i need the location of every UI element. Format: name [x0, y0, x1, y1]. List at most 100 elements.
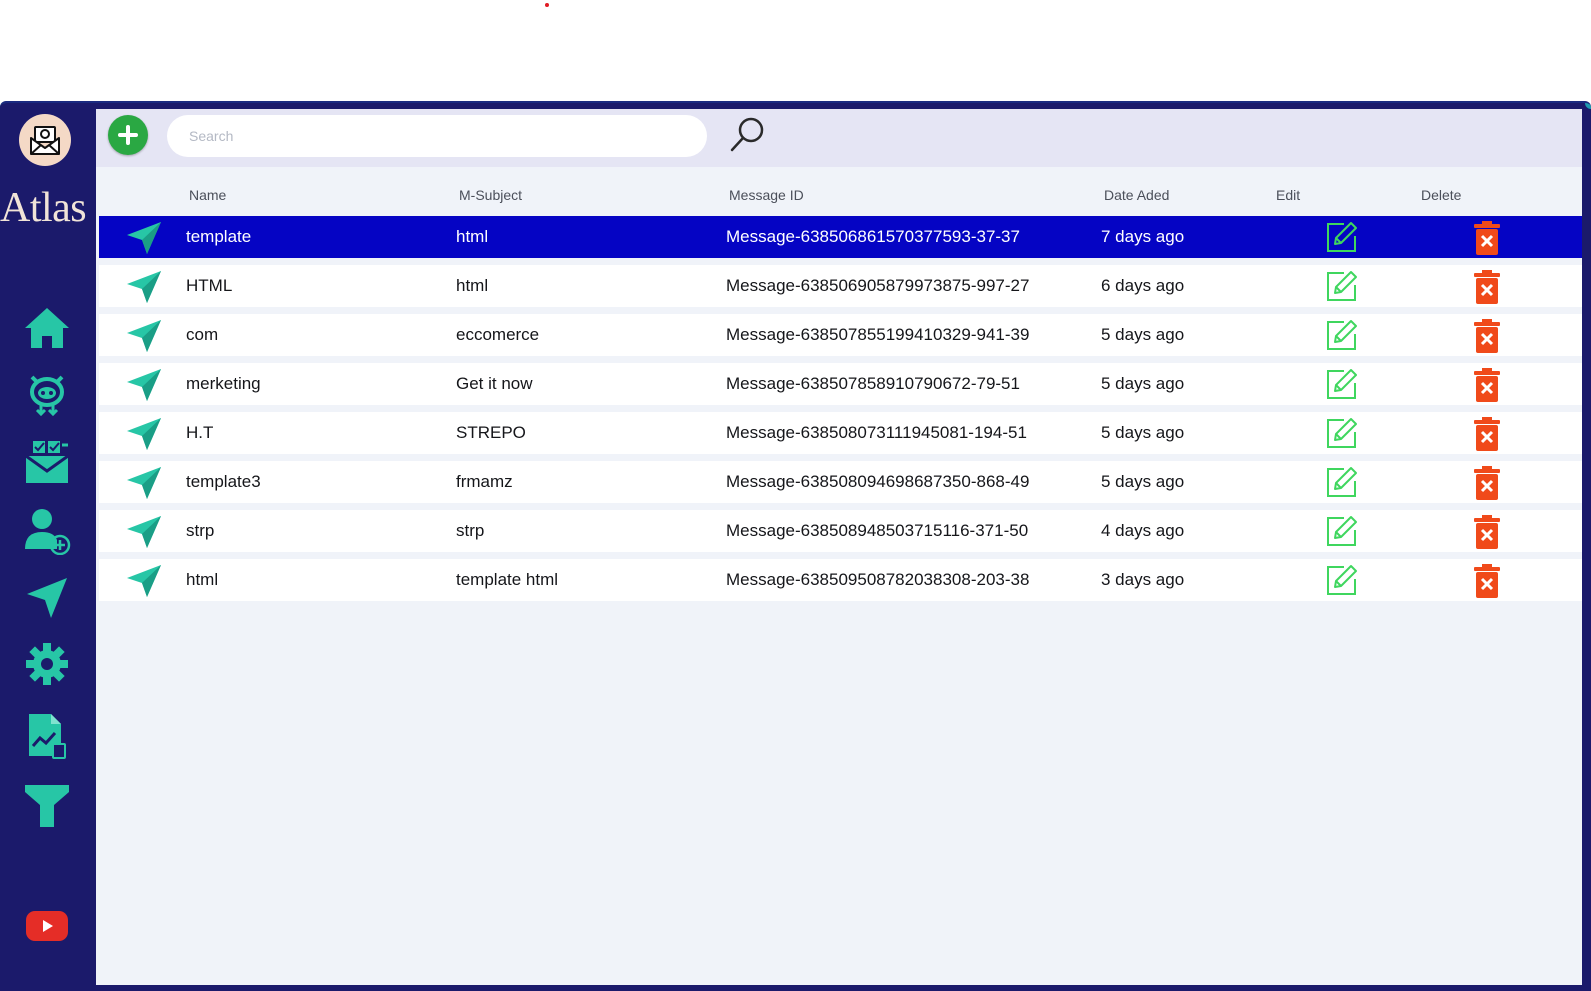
sidebar-item-settings[interactable] — [22, 639, 72, 689]
table-row[interactable]: template html Message-638506861570377593… — [99, 216, 1582, 258]
header-name[interactable]: Name — [189, 187, 226, 203]
message-table: template html Message-638506861570377593… — [99, 216, 1582, 608]
plus-icon — [118, 125, 138, 145]
filter-icon — [25, 785, 69, 827]
search-icon — [730, 117, 764, 152]
sidebar-item-bot[interactable] — [22, 369, 72, 419]
sidebar-item-reports[interactable] — [22, 711, 72, 761]
edit-icon[interactable] — [1324, 318, 1360, 352]
row-subject: frmamz — [456, 472, 513, 491]
row-message-id: Message-638508073111945081-194-51 — [726, 423, 1027, 442]
row-message-id: Message-638508094698687350-868-49 — [726, 472, 1030, 491]
row-date: 6 days ago — [1101, 276, 1185, 295]
row-subject: eccomerce — [456, 325, 540, 344]
table-row[interactable]: merketing Get it now Message-63850785891… — [99, 363, 1582, 405]
row-subject: html — [456, 227, 489, 246]
gear-icon — [26, 643, 68, 685]
header-message-id[interactable]: Message ID — [729, 187, 804, 203]
row-name: com — [186, 325, 219, 344]
app-logo — [19, 114, 71, 166]
row-subject: template html — [456, 570, 559, 589]
row-message-id: Message-638507855199410329-941-39 — [726, 325, 1030, 344]
edit-icon[interactable] — [1324, 563, 1360, 597]
send-icon — [127, 222, 161, 254]
send-icon — [127, 320, 161, 352]
header-delete: Delete — [1421, 187, 1462, 203]
row-name: template — [186, 227, 252, 246]
send-icon — [127, 418, 161, 450]
table-row[interactable]: html template html Message-6385095087820… — [99, 559, 1582, 601]
send-icon — [27, 578, 67, 618]
search-button[interactable] — [728, 115, 768, 155]
row-date: 4 days ago — [1101, 521, 1185, 540]
mail-tasks-icon — [25, 441, 69, 483]
send-icon — [127, 369, 161, 401]
header-subject[interactable]: M-Subject — [459, 187, 522, 203]
send-icon — [127, 516, 161, 548]
app-title: Atlas — [0, 185, 87, 231]
row-message-id: Message-638506861570377593-37-37 — [726, 227, 1020, 246]
header-edit: Edit — [1276, 187, 1301, 203]
add-user-icon — [25, 509, 71, 555]
delete-icon[interactable] — [1473, 269, 1501, 305]
main-panel: Name M-Subject Message ID Date Aded Edit… — [96, 109, 1582, 985]
send-icon — [127, 565, 161, 597]
delete-icon[interactable] — [1473, 563, 1501, 599]
sidebar-item-send[interactable] — [22, 573, 72, 623]
row-date: 5 days ago — [1101, 472, 1185, 491]
table-row[interactable]: HTML html Message-638506905879973875-997… — [99, 265, 1582, 307]
table-row[interactable]: strp strp Message-638508948503715116-371… — [99, 510, 1582, 552]
toolbar — [96, 109, 1582, 167]
row-message-id: Message-638509508782038308-203-38 — [726, 570, 1030, 589]
row-name: template3 — [186, 472, 261, 491]
row-subject: strp — [456, 521, 485, 540]
edit-icon[interactable] — [1324, 367, 1360, 401]
row-date: 5 days ago — [1101, 325, 1185, 344]
sidebar-item-campaigns[interactable] — [22, 437, 72, 487]
delete-icon[interactable] — [1473, 318, 1501, 354]
app-window: Atlas Search Name M-Subject Message ID D… — [0, 101, 1591, 991]
row-name: H.T — [186, 423, 214, 442]
row-message-id: Message-638506905879973875-997-27 — [726, 276, 1030, 295]
delete-icon[interactable] — [1473, 514, 1501, 550]
row-name: HTML — [186, 276, 233, 295]
send-icon — [127, 467, 161, 499]
sidebar-item-youtube[interactable] — [22, 901, 72, 951]
add-message-button[interactable] — [108, 115, 148, 155]
report-icon — [29, 714, 66, 759]
row-subject: STREPO — [456, 423, 526, 442]
row-date: 5 days ago — [1101, 423, 1185, 442]
send-icon — [127, 271, 161, 303]
robot-icon — [30, 375, 64, 417]
home-icon — [25, 308, 69, 348]
sidebar-item-home[interactable] — [22, 303, 72, 353]
edit-icon[interactable] — [1324, 465, 1360, 499]
edit-icon[interactable] — [1324, 269, 1360, 303]
row-date: 3 days ago — [1101, 570, 1185, 589]
delete-icon[interactable] — [1473, 367, 1501, 403]
delete-icon[interactable] — [1473, 220, 1501, 256]
edit-icon[interactable] — [1324, 514, 1360, 548]
indicator-dot — [545, 3, 549, 7]
header-date[interactable]: Date Aded — [1104, 187, 1169, 203]
sidebar-item-add-user[interactable] — [22, 506, 72, 556]
table-row[interactable]: H.T STREPO Message-638508073111945081-19… — [99, 412, 1582, 454]
row-subject: html — [456, 276, 489, 295]
row-name: strp — [186, 521, 215, 540]
row-name: html — [186, 570, 219, 589]
row-subject: Get it now — [456, 374, 533, 393]
youtube-icon — [26, 911, 68, 941]
row-date: 7 days ago — [1101, 227, 1185, 246]
table-row[interactable]: template3 frmamz Message-638508094698687… — [99, 461, 1582, 503]
sidebar: Atlas — [0, 103, 96, 991]
sidebar-item-filter[interactable] — [22, 781, 72, 831]
edit-icon[interactable] — [1324, 416, 1360, 450]
edit-icon[interactable] — [1324, 220, 1360, 254]
row-message-id: Message-638508948503715116-371-50 — [726, 521, 1029, 540]
delete-icon[interactable] — [1473, 416, 1501, 452]
table-row[interactable]: com eccomerce Message-638507855199410329… — [99, 314, 1582, 356]
row-message-id: Message-638507858910790672-79-51 — [726, 374, 1020, 393]
search-input[interactable] — [167, 115, 707, 157]
delete-icon[interactable] — [1473, 465, 1501, 501]
row-name: merketing — [186, 374, 261, 393]
